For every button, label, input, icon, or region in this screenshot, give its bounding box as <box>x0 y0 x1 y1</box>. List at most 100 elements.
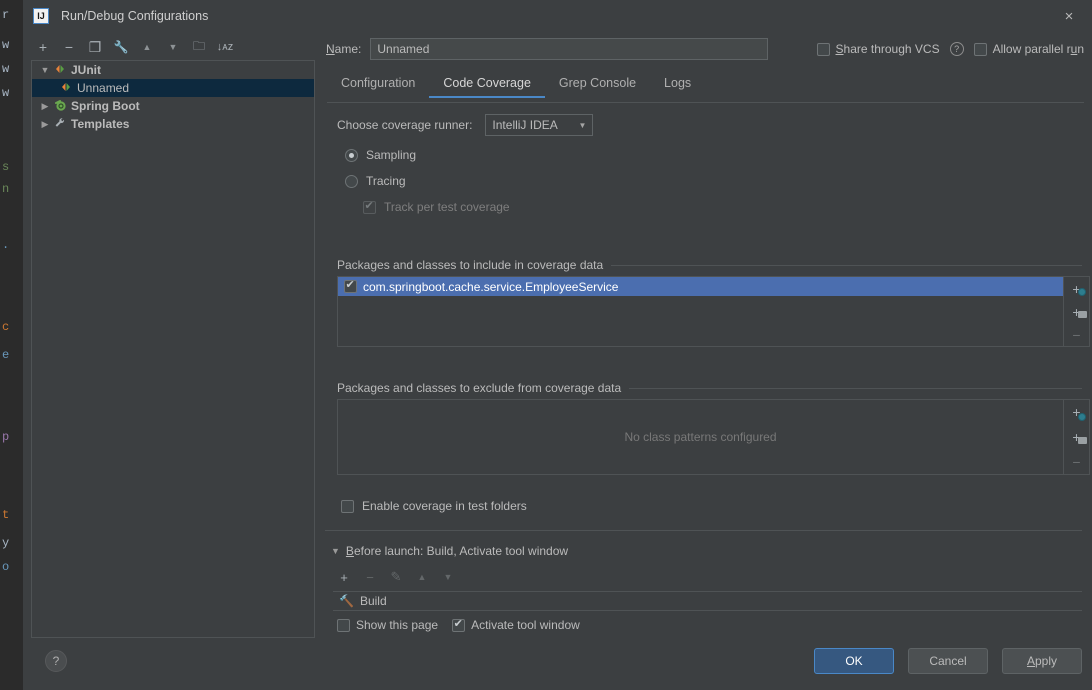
share-vcs-help-icon[interactable]: ? <box>949 42 964 56</box>
move-task-down-button: ▼ <box>443 572 453 582</box>
tree-node-junit[interactable]: ▼ JUnit <box>32 61 314 79</box>
tracing-radio-mark[interactable] <box>345 174 358 188</box>
apply-rest: pply <box>1035 654 1058 668</box>
tree-node-label: Templates <box>71 117 130 131</box>
configuration-editor-pane: Name: Share through VCS ? Allow parallel… <box>323 32 1092 690</box>
coverage-runner-row: Choose coverage runner: IntelliJ IDEA ▼ <box>337 114 594 136</box>
track-per-test-label: Track per test coverage <box>384 200 510 214</box>
include-pattern-checkbox[interactable] <box>344 279 357 293</box>
move-down-button[interactable]: ▼ <box>161 36 185 58</box>
include-group-title: Packages and classes to include in cover… <box>337 258 604 272</box>
cancel-button[interactable]: Cancel <box>908 648 988 674</box>
include-group-header: Packages and classes to include in cover… <box>337 258 1082 272</box>
exclude-group-rule <box>629 387 1082 389</box>
track-per-test-box[interactable] <box>363 200 376 214</box>
apply-mnemonic: A <box>1026 654 1035 668</box>
hammer-icon: 🔨 <box>339 594 354 608</box>
before-launch-options: Show this page Activate tool window <box>337 618 580 632</box>
editor-glyph: y <box>2 536 10 550</box>
exclude-empty-message: No class patterns configured <box>624 430 777 444</box>
allow-parallel-run-label: Allow parallel run <box>993 42 1084 56</box>
activate-tool-window-box[interactable] <box>452 618 466 632</box>
share-through-vcs-label: Share through VCS <box>836 42 940 56</box>
before-launch-twisty-icon[interactable]: ▼ <box>331 546 340 556</box>
remove-pattern-button[interactable]: − <box>1065 323 1089 346</box>
editor-glyph: w <box>2 38 10 52</box>
tree-node-unnamed[interactable]: Unnamed <box>32 79 314 97</box>
coverage-runner-dropdown[interactable]: IntelliJ IDEA ▼ <box>485 114 594 136</box>
share-through-vcs-box[interactable] <box>816 42 830 56</box>
tree-node-spring-boot[interactable]: ▶ Spring Boot <box>32 97 314 115</box>
activate-tool-window-checkbox[interactable]: Activate tool window <box>452 618 580 632</box>
edit-templates-button[interactable]: 🔧 <box>109 36 133 58</box>
tracing-label: Tracing <box>366 174 406 188</box>
tab-configuration[interactable]: Configuration <box>327 73 429 98</box>
editor-glyph: e <box>2 348 10 362</box>
name-label: Name: <box>326 42 361 56</box>
before-launch-task-row[interactable]: 🔨 Build <box>333 591 1082 611</box>
before-launch-title-rest: efore launch: Build, Activate tool windo… <box>353 544 569 558</box>
enable-test-folders-box[interactable] <box>341 499 354 513</box>
run-debug-configurations-dialog: IJ Run/Debug Configurations × + − ❐ 🔧 ▲ ▼ 🗀 ↓ᴀᴢ… <box>22 0 1092 690</box>
enable-test-folders-checkbox[interactable]: Enable coverage in test folders <box>341 499 527 513</box>
allow-parallel-run-box[interactable] <box>973 42 987 56</box>
remove-configuration-button[interactable]: − <box>57 36 81 58</box>
share-through-vcs-checkbox[interactable]: Share through VCS <box>816 42 940 56</box>
move-into-folder-button[interactable]: 🗀 <box>187 36 211 58</box>
junit-icon <box>58 81 74 95</box>
before-launch-toolbar: + − ✎ ▲ ▼ <box>335 568 457 586</box>
editor-glyph: n <box>2 182 10 196</box>
close-icon[interactable]: × <box>1046 0 1092 32</box>
show-this-page-checkbox[interactable]: Show this page <box>337 618 438 632</box>
sampling-radio-mark[interactable] <box>345 148 358 162</box>
exclude-patterns-list[interactable]: No class patterns configured <box>337 399 1064 475</box>
dialog-title: Run/Debug Configurations <box>61 9 209 23</box>
add-task-button[interactable]: + <box>335 568 353 586</box>
chevron-down-icon: ▼ <box>578 120 587 130</box>
apply-button[interactable]: Apply <box>1002 648 1082 674</box>
twisty-expanded-icon[interactable]: ▼ <box>38 65 52 75</box>
configurations-tree[interactable]: ▼ JUnit Unnamed ▶ Spring Boot ▶ Templates <box>31 60 315 638</box>
copy-configuration-button[interactable]: ❐ <box>83 36 107 58</box>
add-package-button[interactable]: + <box>1065 300 1089 323</box>
add-class-button[interactable]: + <box>1065 400 1089 425</box>
include-patterns-list[interactable]: com.springboot.cache.service.EmployeeSer… <box>337 276 1064 347</box>
sampling-radio[interactable]: Sampling <box>345 148 416 162</box>
editor-glyph: r <box>2 8 10 22</box>
name-input[interactable] <box>370 38 769 60</box>
twisty-collapsed-icon[interactable]: ▶ <box>38 101 52 112</box>
intellij-logo-icon: IJ <box>33 8 49 24</box>
allow-parallel-run-checkbox[interactable]: Allow parallel run <box>973 42 1084 56</box>
add-class-button[interactable]: + <box>1065 277 1089 300</box>
tab-grep-console[interactable]: Grep Console <box>545 73 650 98</box>
configurations-toolbar: + − ❐ 🔧 ▲ ▼ 🗀 ↓ᴀᴢ <box>27 34 297 60</box>
tab-code-coverage[interactable]: Code Coverage <box>429 73 545 98</box>
coverage-runner-value: IntelliJ IDEA <box>492 118 558 132</box>
tabs-divider <box>327 102 1084 103</box>
editor-glyph: c <box>2 320 10 334</box>
before-launch-header[interactable]: ▼ Before launch: Build, Activate tool wi… <box>331 544 1082 558</box>
show-this-page-box[interactable] <box>337 618 350 632</box>
tracing-radio[interactable]: Tracing <box>345 174 406 188</box>
remove-task-button: − <box>366 569 374 585</box>
edit-task-button: ✎ <box>390 569 402 584</box>
tree-node-templates[interactable]: ▶ Templates <box>32 115 314 133</box>
before-launch-divider <box>325 530 1082 531</box>
before-launch-mnemonic: B <box>345 544 354 558</box>
move-up-button[interactable]: ▲ <box>135 36 159 58</box>
include-pattern-row[interactable]: com.springboot.cache.service.EmployeeSer… <box>338 277 1063 296</box>
ok-button[interactable]: OK <box>814 648 894 674</box>
include-side-buttons: + + − <box>1064 276 1090 347</box>
twisty-collapsed-icon[interactable]: ▶ <box>38 119 52 130</box>
before-launch-task-label: Build <box>359 594 387 608</box>
add-configuration-button[interactable]: + <box>31 36 55 58</box>
tab-logs[interactable]: Logs <box>650 73 705 98</box>
remove-pattern-button[interactable]: − <box>1065 449 1089 474</box>
sort-configurations-button[interactable]: ↓ᴀᴢ <box>213 36 237 58</box>
enable-test-folders-label: Enable coverage in test folders <box>362 499 527 513</box>
parallel-text-after: n <box>1077 42 1084 56</box>
name-label-rest: ame: <box>334 42 362 56</box>
track-per-test-checkbox[interactable]: Track per test coverage <box>363 200 510 214</box>
help-button[interactable]: ? <box>45 650 67 672</box>
add-package-button[interactable]: + <box>1065 425 1089 450</box>
